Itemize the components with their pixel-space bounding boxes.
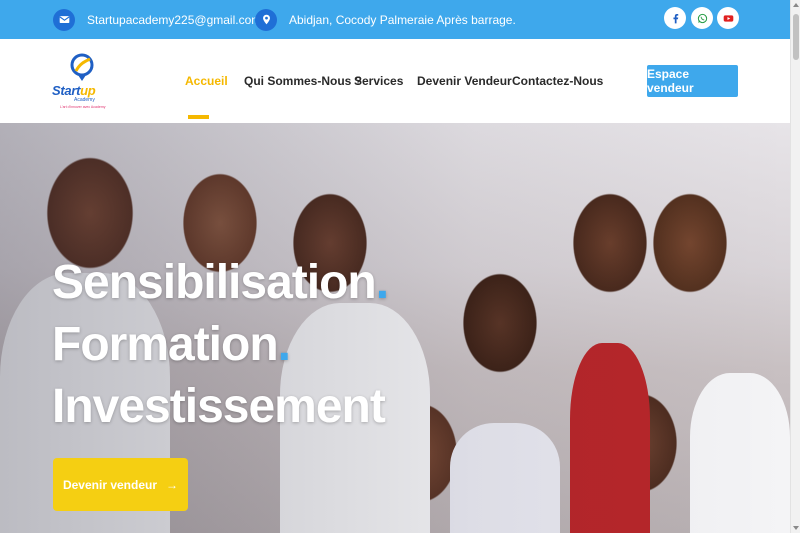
map-pin-icon — [255, 8, 277, 31]
startup-academy-logo[interactable]: Startup Academy L'art d'innover avec Aca… — [52, 51, 112, 113]
devenir-vendeur-label: Devenir vendeur — [62, 477, 158, 492]
devenir-vendeur-button[interactable]: Devenir vendeur → — [53, 458, 188, 511]
address-text: Abidjan, Cocody Palmeraie Après barrage. — [289, 12, 516, 27]
logo-wordmark: Startup — [52, 83, 96, 98]
email-text: Startupacademy225@gmail.com — [87, 12, 262, 27]
logo-mark-icon — [70, 53, 94, 81]
espace-vendeur-button[interactable]: Espace vendeur — [647, 65, 738, 97]
top-bar: Startupacademy225@gmail.com Abidjan, Coc… — [0, 0, 790, 39]
hero-banner: Sensibilisation. Formation. Investisseme… — [0, 123, 790, 533]
whatsapp-icon[interactable] — [691, 7, 713, 29]
nav-item-accueil[interactable]: Accueil — [185, 39, 228, 123]
contact-email[interactable]: Startupacademy225@gmail.com — [53, 0, 261, 39]
contact-address: Abidjan, Cocody Palmeraie Après barrage. — [255, 0, 516, 39]
logo-tagline: L'art d'innover avec Academy — [60, 105, 106, 109]
youtube-icon[interactable] — [717, 7, 739, 29]
facebook-icon[interactable] — [664, 7, 686, 29]
nav-item-services[interactable]: Services — [354, 39, 403, 123]
active-nav-indicator — [188, 115, 209, 119]
envelope-icon — [53, 8, 75, 31]
hero-line-2: Formation. — [52, 318, 291, 371]
scroll-down-icon[interactable] — [793, 526, 799, 530]
arrow-right-icon: → — [166, 477, 179, 492]
site-header: Startup Academy L'art d'innover avec Aca… — [0, 39, 790, 123]
page-scrollbar[interactable] — [790, 0, 800, 533]
logo-subtitle: Academy — [74, 97, 95, 103]
scrollbar-thumb[interactable] — [793, 14, 799, 60]
nav-item-contactez-nous[interactable]: Contactez-Nous — [512, 39, 603, 123]
scroll-up-icon[interactable] — [793, 3, 799, 7]
hero-line-3: Investissement — [52, 380, 386, 433]
nav-item-devenir-vendeur[interactable]: Devenir Vendeur — [417, 39, 512, 123]
nav-item-qui-sommes-nous[interactable]: Qui Sommes-Nous ? — [244, 39, 362, 123]
hero-line-1: Sensibilisation. — [52, 256, 389, 309]
